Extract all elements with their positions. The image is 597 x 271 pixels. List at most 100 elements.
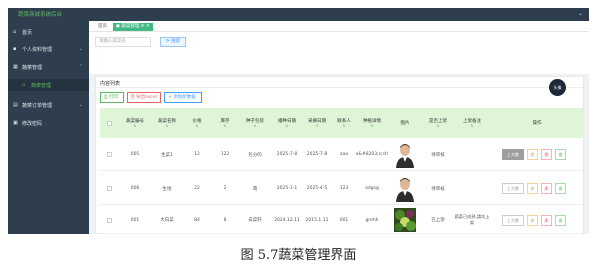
- app-window: 蔬菜商城系统后台 ⌄ ⌂ 首页 ▪ 个人资料管理 ⌄ ▦ 蔬菜管理 ⌃ ▫ 蔬菜…: [8, 8, 589, 234]
- figure-caption: 图 5.7蔬菜管理界面: [240, 248, 357, 263]
- row-checkbox[interactable]: [106, 217, 112, 223]
- column-header[interactable]: 库存 ⇅: [212, 108, 238, 138]
- divider: [96, 87, 583, 88]
- sidebar-item-password[interactable]: ▣ 修改密码: [8, 117, 89, 129]
- tab-home[interactable]: 首页: [95, 23, 110, 31]
- lock-icon: ▣: [13, 120, 18, 126]
- cell-stock: 122: [220, 152, 230, 157]
- person-photo[interactable]: [395, 141, 415, 168]
- person-photo[interactable]: [395, 175, 415, 202]
- panel-title: 内容列表: [100, 81, 121, 87]
- chevron-down-icon: ⌄: [78, 46, 83, 52]
- cell-detail: adgsg: [365, 186, 379, 191]
- column-header[interactable]: 是否上架 ⇅: [424, 108, 452, 138]
- sort-icon: ⇅: [285, 124, 289, 128]
- search-input[interactable]: 请输入蔬菜名: [95, 37, 151, 47]
- add-new-button[interactable]: + 添加新数据: [164, 92, 202, 103]
- row-checkbox[interactable]: [106, 186, 112, 191]
- tab-vegetables[interactable]: ● 蔬菜管理 ⟳ ✕: [113, 23, 153, 31]
- column-header[interactable]: 联系人 ⇅: [332, 108, 356, 138]
- toggle-listing-button[interactable]: 上大数: [502, 149, 524, 160]
- row-checkbox[interactable]: [106, 152, 112, 157]
- cell-note: 蔬菜已成熟,請勿上架: [454, 214, 490, 225]
- cell-pack: 萌: [252, 186, 258, 192]
- cell-listed: 待审核: [431, 186, 445, 192]
- column-header[interactable]: 采摘日期 ⇅: [304, 108, 330, 138]
- cell-stock: 8: [223, 217, 227, 223]
- column-header[interactable]: 蔬菜名称 ⇅: [152, 108, 182, 138]
- edit-button[interactable]: 修: [527, 215, 538, 226]
- sidebar-subitem-vegetables[interactable]: ▫ 蔬菜管理: [8, 79, 89, 91]
- sort-icon: ⇅: [370, 124, 374, 128]
- column-header[interactable]: 蔬菜编号 ⇅: [120, 108, 150, 138]
- cell-pick-date: 2025-4-5: [306, 186, 328, 191]
- cell-image: [388, 138, 422, 171]
- delete-button[interactable]: 删: [541, 183, 552, 194]
- sidebar-item-label: 个人资料管理: [22, 46, 53, 53]
- sidebar-item-label: 修改密码: [22, 120, 43, 127]
- cell-price: 22: [194, 186, 200, 191]
- leaf-icon: ▫: [22, 82, 26, 88]
- column-header[interactable]: 上架备注 ⇅: [454, 108, 490, 138]
- sidebar-item-label: 蔬菜管理: [31, 82, 52, 89]
- edit-button[interactable]: 修: [527, 183, 538, 194]
- column-header: 图片: [400, 121, 410, 126]
- sidebar-item-vegetables[interactable]: ▦ 蔬菜管理 ⌃: [8, 61, 89, 73]
- chevron-up-icon: ⌃: [78, 64, 83, 70]
- cell-detail: grehh: [365, 217, 379, 223]
- cell-listed: 已上架: [431, 218, 445, 223]
- top-bar: 蔬菜商城系统后台 ⌄: [8, 8, 589, 21]
- view-button[interactable]: 查: [555, 183, 566, 194]
- sort-icon: ⇅: [165, 124, 169, 128]
- sidebar-item-label: 首页: [22, 29, 33, 36]
- cell-price: 84: [194, 217, 200, 223]
- sort-icon: ⇅: [470, 124, 474, 128]
- chevron-down-icon[interactable]: ⌄: [578, 10, 583, 17]
- sort-icon: ⇅: [133, 124, 137, 128]
- cell-contact: 123: [339, 186, 349, 191]
- sidebar-item-orders[interactable]: ▤ 蔬菜订单管理 ⌄: [8, 99, 89, 111]
- toggle-listing-button[interactable]: 上大数: [502, 215, 524, 226]
- avatar[interactable]: 头像: [549, 79, 566, 96]
- table-row: 001 大白菜 84 8 白菜籽 2024.12.11 2015.1.11 00…: [100, 206, 583, 234]
- app-title: 蔬菜商城系统后台: [18, 12, 63, 18]
- home-icon: ⌂: [13, 29, 17, 35]
- edit-button[interactable]: 修: [527, 149, 538, 160]
- delete-button[interactable]: 删: [541, 215, 552, 226]
- column-header[interactable]: 种子包装 ⇅: [240, 108, 270, 138]
- chevron-down-icon: ⌄: [78, 102, 83, 108]
- select-all-checkbox[interactable]: [106, 120, 112, 126]
- sidebar-item-profile[interactable]: ▪ 个人资料管理 ⌄: [8, 43, 89, 55]
- sort-icon: ⇅: [342, 124, 346, 128]
- search-button[interactable]: ⟳ 搜索: [160, 37, 186, 47]
- toggle-listing-button[interactable]: 上大数: [502, 183, 524, 194]
- sort-icon: ⇅: [436, 124, 440, 128]
- cell-sow-date: 2025-7-8: [276, 152, 298, 157]
- table-row: 006 生地 22 2 萌 2025-1-1 2025-4-5 123 adgs…: [100, 172, 583, 205]
- vegetable-photo[interactable]: [394, 208, 416, 232]
- cell-contact: 001: [339, 217, 349, 223]
- cell-sow-date: 2024.12.11: [274, 217, 300, 223]
- sort-icon: ⇅: [195, 124, 199, 128]
- view-button[interactable]: 查: [555, 215, 566, 226]
- delete-button[interactable]: 删: [541, 149, 552, 160]
- column-header[interactable]: 播种日期 ⇅: [272, 108, 302, 138]
- cell-image: [388, 206, 422, 234]
- column-header[interactable]: 种植详情 ⇅: [358, 108, 386, 138]
- sidebar-item-home[interactable]: ⌂ 首页: [8, 26, 89, 38]
- view-button[interactable]: 查: [555, 149, 566, 160]
- print-button[interactable]: ⎙ 打印: [100, 92, 124, 103]
- select-all-cell: [100, 108, 118, 138]
- cell-id: 006: [130, 186, 140, 191]
- cell-pack: 包分的: [248, 152, 262, 158]
- cell-detail: a&#8203;s;sfr: [355, 152, 389, 157]
- tab-bar: 首页 ● 蔬菜管理 ⟳ ✕: [89, 21, 589, 32]
- cell-stock: 2: [223, 186, 227, 191]
- column-header: 操作: [532, 121, 542, 126]
- order-icon: ▤: [13, 102, 18, 108]
- cell-id: 001: [130, 217, 140, 223]
- sort-icon: ⇅: [253, 124, 257, 128]
- export-excel-button[interactable]: ⎘ 导出excel: [127, 92, 161, 103]
- cell-pack: 白菜籽: [248, 218, 262, 223]
- column-header[interactable]: 价格 ⇅: [184, 108, 210, 138]
